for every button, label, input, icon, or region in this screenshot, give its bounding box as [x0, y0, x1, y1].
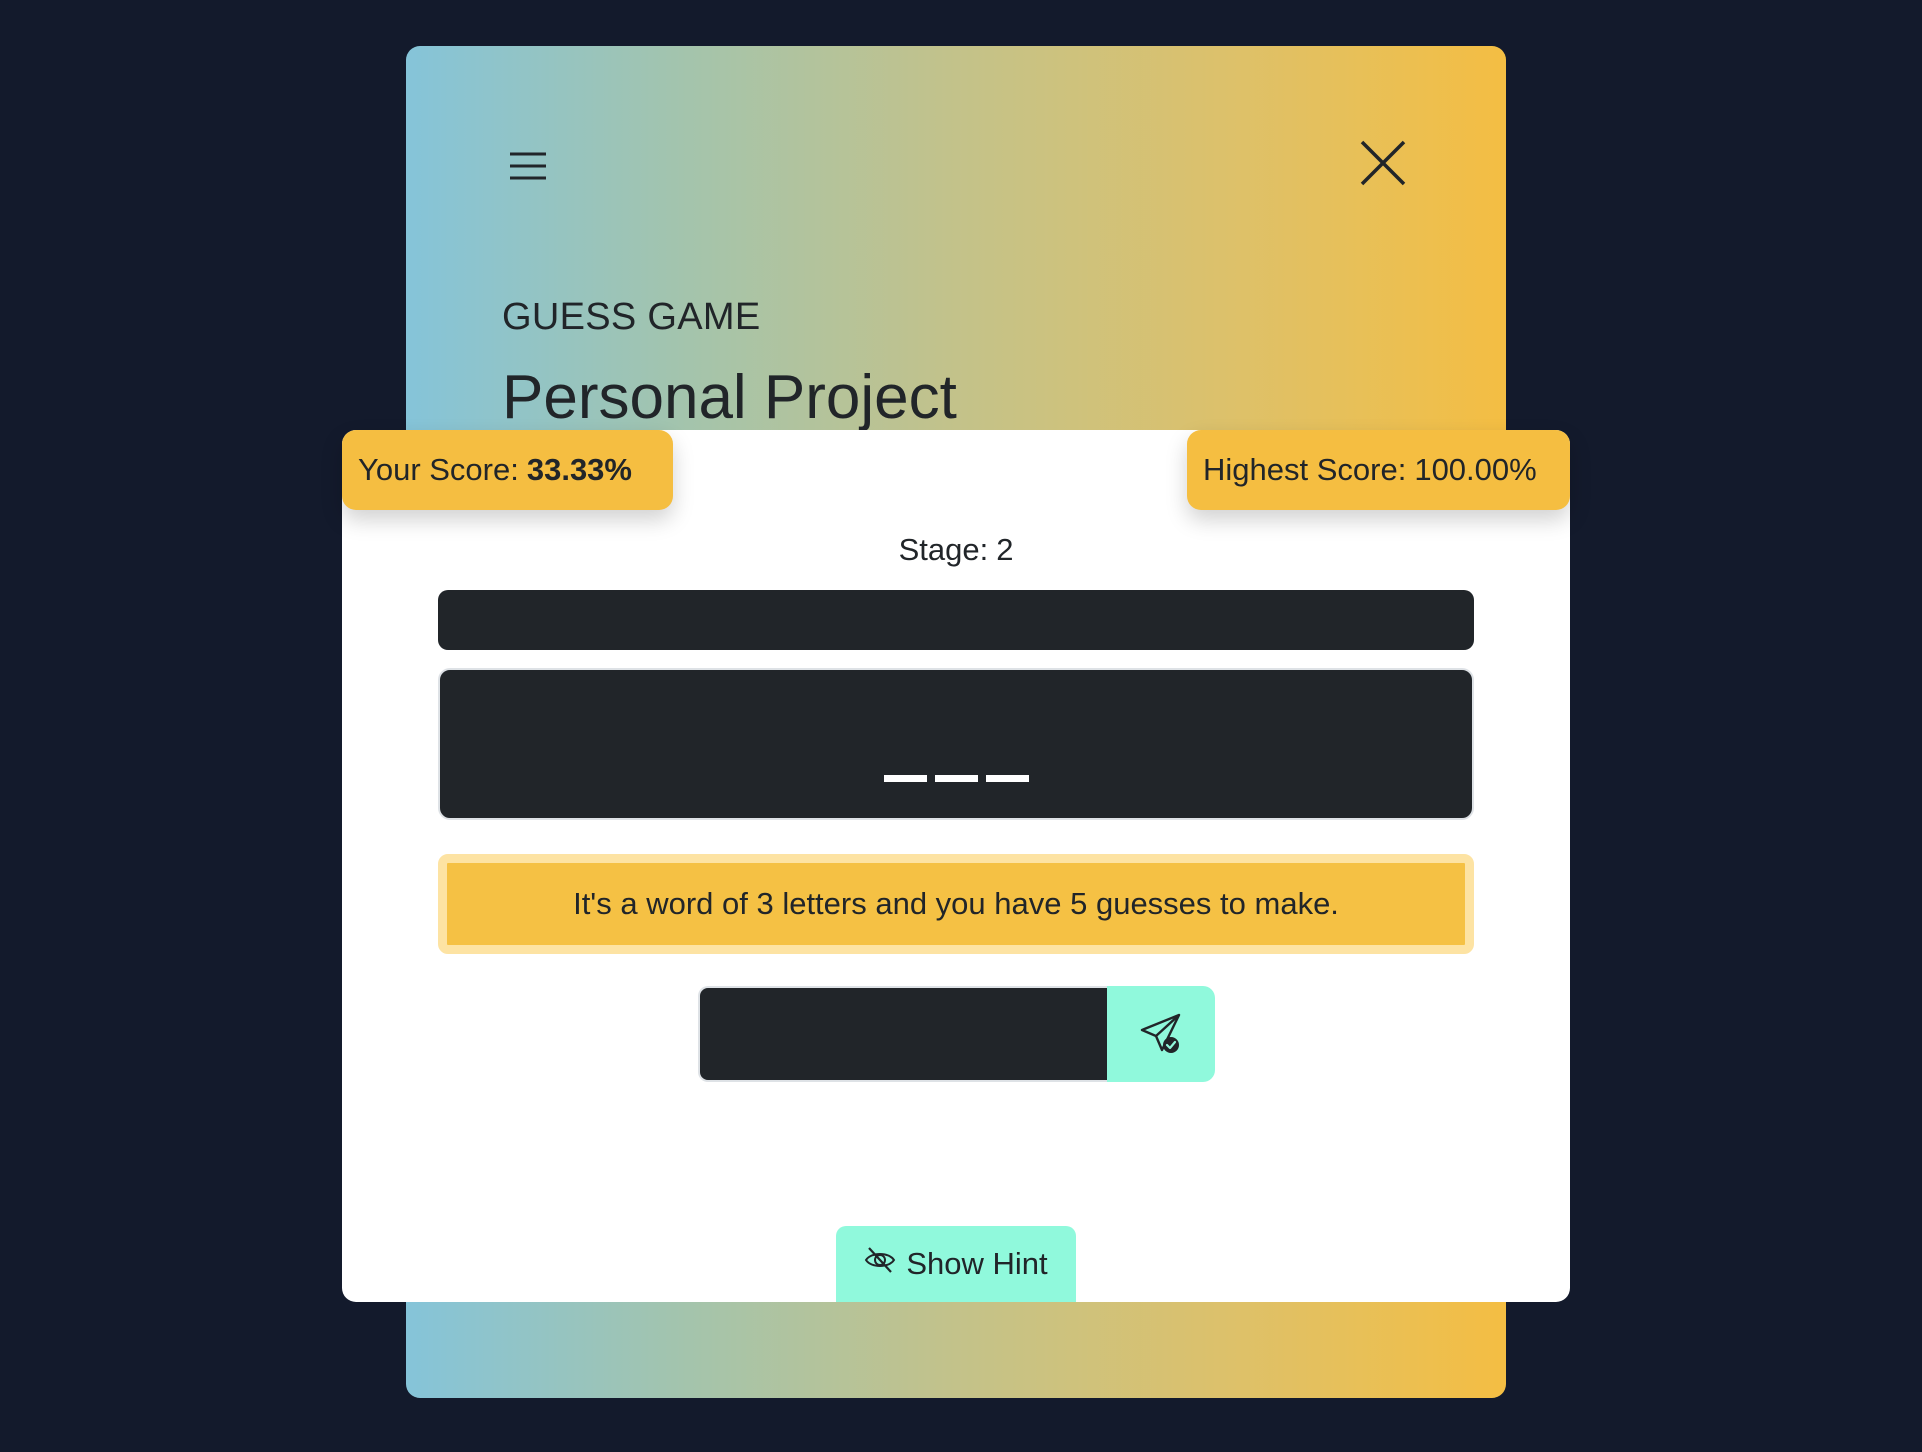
stage-value: 2: [996, 532, 1014, 567]
send-check-icon: [1139, 1011, 1183, 1058]
letter-blank: [883, 775, 927, 782]
show-hint-label: Show Hint: [906, 1246, 1048, 1281]
page: GUESS GAME Personal Project Your Score: …: [0, 0, 1922, 1452]
info-alert: It's a word of 3 letters and you have 5 …: [438, 854, 1474, 954]
progress-bar: [438, 590, 1474, 650]
letter-blank: [934, 775, 978, 782]
your-score-badge: Your Score: 33.33%: [342, 430, 673, 510]
letter-blanks: [440, 775, 1472, 782]
game-panel: Your Score: 33.33% Highest Score: 100.00…: [342, 430, 1570, 1302]
your-score-label: Your Score:: [358, 452, 519, 487]
highest-score-badge: Highest Score: 100.00%: [1187, 430, 1570, 510]
guess-input[interactable]: [698, 986, 1107, 1082]
page-title: Personal Project: [502, 363, 957, 432]
submit-guess-button[interactable]: [1107, 986, 1215, 1082]
stage-indicator: Stage: 2: [342, 532, 1570, 568]
hamburger-menu-icon[interactable]: [508, 146, 548, 186]
show-hint-button[interactable]: Show Hint: [836, 1226, 1076, 1302]
word-display: [438, 668, 1474, 820]
letter-blank: [985, 775, 1029, 782]
your-score-value: 33.33%: [526, 452, 632, 487]
guess-form: [698, 986, 1215, 1082]
stage-label: Stage:: [898, 532, 989, 567]
game-subtitle: GUESS GAME: [502, 296, 761, 338]
eye-slash-icon: [864, 1244, 896, 1284]
highest-score-label: Highest Score:: [1203, 452, 1407, 487]
close-icon[interactable]: [1358, 138, 1408, 188]
highest-score-value: 100.00%: [1414, 452, 1537, 487]
